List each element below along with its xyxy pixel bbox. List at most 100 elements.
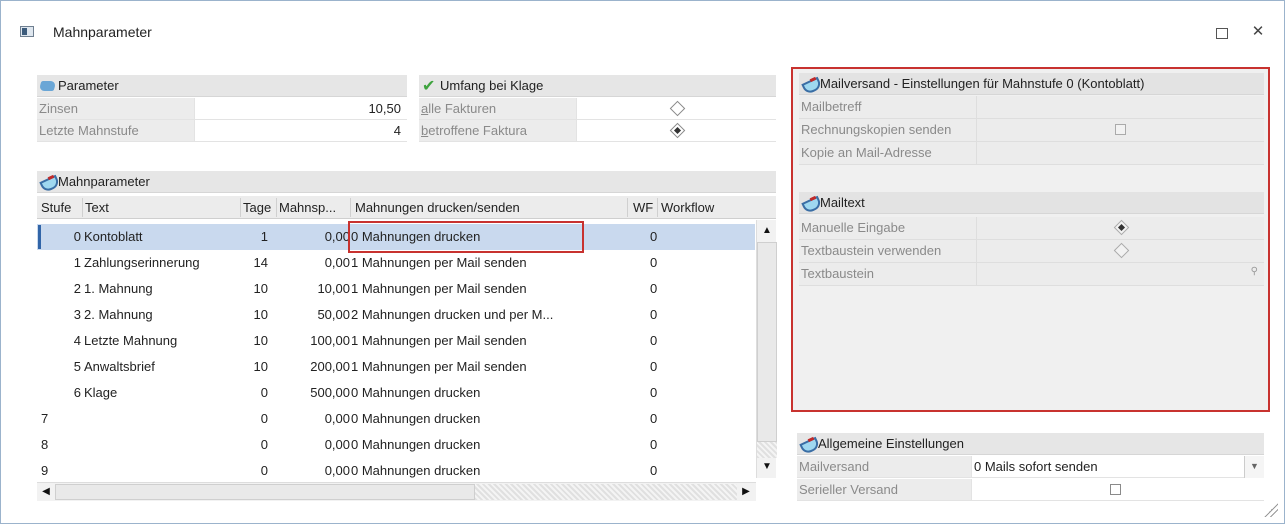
seriell-field[interactable] [971,479,1264,500]
rechnungskopien-field[interactable] [976,119,1264,141]
col-workflow[interactable]: Workflow [661,196,714,219]
col-mahnspesen[interactable]: Mahnsp... [279,196,336,219]
mahnparameter-table: 0 Kontoblatt 1 0,00 0 Mahnungen drucken … [37,220,755,482]
table-row[interactable]: 9 0 0,00 0 Mahnungen drucken 0 [37,458,755,482]
seriell-label: Serieller Versand [797,479,971,500]
checkmark-icon [421,76,439,98]
textbaustein-label: Textbaustein [799,263,976,285]
col-wf[interactable]: WF [633,196,653,219]
col-tage[interactable]: Tage [243,196,271,219]
mailbetreff-field[interactable] [976,96,1264,118]
scroll-up-icon[interactable]: ▲ [758,222,776,240]
radio-diamond-selected-icon[interactable] [669,122,686,139]
cell-mode: 2 Mahnungen drucken und per M... [351,307,554,322]
cell-text: Anwaltsbrief [84,359,155,374]
vertical-scrollbar[interactable]: ▲ ▼ [756,220,777,478]
parameter-header: Parameter [37,75,407,97]
cell-wf: 0 [650,229,658,244]
alle-fakturen-option[interactable] [576,98,776,119]
table-row[interactable]: 7 0 0,00 0 Mahnungen drucken 0 [37,406,755,432]
betroffene-faktura-option[interactable] [576,120,776,141]
maximize-button[interactable] [1216,28,1228,39]
alle-fakturen-row: alle Fakturen [419,98,776,120]
radio-diamond-selected-icon[interactable] [1113,219,1130,236]
table-row[interactable]: 6 Klage 0 500,00 0 Mahnungen drucken 0 [37,380,755,406]
manuelle-eingabe-option[interactable] [976,217,1264,239]
satellite-dish-icon [801,195,819,211]
checkbox-icon[interactable] [1115,124,1126,135]
table-row[interactable]: 8 0 0,00 0 Mahnungen drucken 0 [37,432,755,458]
table-row[interactable]: 0 Kontoblatt 1 0,00 0 Mahnungen drucken … [37,224,755,250]
textbaustein-field[interactable]: ⚲ [976,263,1264,285]
app-icon [20,26,34,37]
cell-wf: 0 [650,333,658,348]
parameter-title: Parameter [58,77,119,93]
letzte-mahnstufe-row: Letzte Mahnstufe 4 [37,120,407,142]
table-row[interactable]: 2 1. Mahnung 10 10,00 1 Mahnungen per Ma… [37,276,755,302]
satellite-dish-icon [39,174,57,190]
cell-mahnspesen: 0,00 [324,411,350,426]
cell-stufe: 0 [73,229,81,244]
col-text[interactable]: Text [85,196,109,219]
close-button[interactable]: ✕ [1249,23,1267,41]
table-row[interactable]: 4 Letzte Mahnung 10 100,00 1 Mahnungen p… [37,328,755,354]
zinsen-label: Zinsen [37,98,194,119]
cell-wf: 0 [650,411,658,426]
table-row[interactable]: 1 Zahlungserinnerung 14 0,00 1 Mahnungen… [37,250,755,276]
scroll-down-icon[interactable]: ▼ [758,458,776,476]
satellite-dish-icon [799,436,817,452]
cell-mahnspesen: 100,00 [310,333,350,348]
checkbox-icon[interactable] [1110,484,1121,495]
rechnungskopien-row: Rechnungskopien senden [799,119,1264,142]
mailversand-select[interactable]: 0 Mails sofort senden ▼ [971,456,1264,478]
col-stufe[interactable]: Stufe [41,196,71,219]
letzte-mahnstufe-field[interactable]: 4 [194,120,407,141]
scroll-right-icon[interactable]: ▶ [737,483,755,501]
cell-tage: 10 [253,333,268,348]
zinsen-field[interactable]: 10,50 [194,98,407,119]
radio-diamond-icon[interactable] [1113,242,1130,259]
cell-mahnspesen: 0,00 [324,437,350,452]
cell-wf: 0 [650,359,658,374]
textbaustein-verwenden-option[interactable] [976,240,1264,262]
letzte-mahnstufe-label: Letzte Mahnstufe [37,120,194,141]
mahnparameter-header: Mahnparameter [37,171,776,193]
cell-stufe: 1 [73,255,81,270]
hscroll-thumb[interactable] [55,484,475,500]
cell-tage: 10 [253,359,268,374]
cell-tage: 0 [260,463,268,478]
cell-tage: 14 [253,255,268,270]
table-row[interactable]: 3 2. Mahnung 10 50,00 2 Mahnungen drucke… [37,302,755,328]
mailversand-selected-value: 0 Mails sofort senden [974,459,1098,474]
cell-mahnspesen: 10,00 [317,281,350,296]
mailversand-header: Mailversand - Einstellungen für Mahnstuf… [799,73,1264,95]
satellite-dish-icon [801,76,819,92]
resize-grip-icon[interactable] [1264,503,1278,517]
cell-mode: 1 Mahnungen per Mail senden [351,255,527,270]
cell-mode: 1 Mahnungen per Mail senden [351,333,527,348]
cell-text: 1. Mahnung [84,281,153,296]
cell-tage: 0 [260,437,268,452]
mailtext-title: Mailtext [820,194,865,210]
cell-wf: 0 [650,463,658,478]
kopie-mail-field[interactable] [976,142,1264,164]
cell-mahnspesen: 0,00 [324,463,350,478]
cell-stufe: 5 [73,359,81,374]
book-icon [39,78,57,94]
chevron-down-icon[interactable]: ▼ [1244,456,1264,478]
scroll-left-icon[interactable]: ◀ [37,483,55,501]
scroll-thumb[interactable] [757,242,777,442]
cell-wf: 0 [650,255,658,270]
cell-text: Kontoblatt [84,229,143,244]
horizontal-scrollbar[interactable]: ◀ ▶ [37,482,756,501]
col-mahnungen-drucken-senden[interactable]: Mahnungen drucken/senden [355,196,520,219]
seriell-row: Serieller Versand [797,479,1264,501]
cell-mahnspesen: 50,00 [317,307,350,322]
search-icon[interactable]: ⚲ [1251,266,1258,277]
mailversand-panel: Mailversand - Einstellungen für Mahnstuf… [791,67,1270,412]
cell-text: Letzte Mahnung [84,333,178,348]
manuelle-eingabe-row: Manuelle Eingabe [799,217,1264,240]
radio-diamond-icon[interactable] [669,100,686,117]
cell-text: Klage [84,385,118,400]
table-row[interactable]: 5 Anwaltsbrief 10 200,00 1 Mahnungen per… [37,354,755,380]
